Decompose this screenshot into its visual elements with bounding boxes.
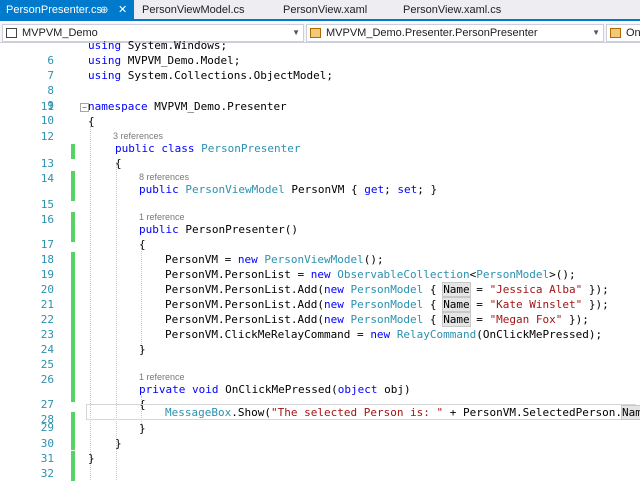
code-line: 13 public class PersonPresenter <box>0 141 640 186</box>
code-line: 25 } <box>0 342 640 387</box>
code-line: 33 <box>0 466 640 481</box>
code-line: 8 using System.Collections.ObjectModel; <box>0 68 640 97</box>
code-line: 6 using System.Windows; <box>0 38 640 67</box>
line-code: { <box>139 238 146 251</box>
code-line: 27 private void OnClickMePressed(object … <box>0 382 640 427</box>
tab-label: PersonPresenter.cs <box>6 4 102 16</box>
line-code: public PersonPresenter() <box>139 223 298 236</box>
line-code: PersonVM.PersonList.Add(new PersonModel … <box>165 282 609 297</box>
code-line: 7 using MVPVM_Demo.Model; <box>0 53 640 82</box>
method-icon <box>610 28 621 38</box>
line-code: public PersonViewModel PersonVM { get; s… <box>139 183 438 196</box>
line-code: PersonVM.PersonList.Add(new PersonModel … <box>165 312 589 327</box>
line-code: } <box>88 452 95 465</box>
line-code: using System.Windows; <box>88 39 228 52</box>
code-line: 24 PersonVM.ClickMeRelayCommand = new Re… <box>0 327 640 372</box>
line-code: } <box>139 422 146 435</box>
line-code: public class PersonPresenter <box>115 142 301 155</box>
code-line: 14 { <box>0 156 640 201</box>
tab-personviewmodel-cs[interactable]: PersonViewModel.cs <box>136 1 245 20</box>
document-tab-strip: PersonPresenter.cs ⊕ ✕ PersonViewModel.c… <box>0 0 640 21</box>
line-code: PersonVM.PersonList.Add(new PersonModel … <box>165 297 609 312</box>
line-code: { <box>115 157 122 170</box>
code-line: 19 PersonVM = new PersonViewModel(); <box>0 252 640 297</box>
tab-personview-xaml[interactable]: PersonView.xaml <box>277 1 367 20</box>
line-code: { <box>88 115 95 128</box>
line-code: using System.Collections.ObjectModel; <box>88 69 334 82</box>
collapse-toggle-icon[interactable]: − <box>80 103 89 112</box>
code-line: 21 PersonVM.PersonList.Add(new PersonMod… <box>0 282 640 327</box>
line-code: PersonVM.ClickMeRelayCommand = new Relay… <box>165 328 603 341</box>
code-line: 12 { <box>0 114 640 159</box>
code-line: 16 <box>0 197 640 242</box>
line-code: MessageBox.Show("The selected Person is:… <box>88 405 640 420</box>
code-line: namespace MVPVM_Demo.Presenter <box>0 99 640 114</box>
line-code: namespace MVPVM_Demo.Presenter <box>88 100 287 113</box>
code-line: 20 PersonVM.PersonList = new ObservableC… <box>0 267 640 312</box>
code-line: 18 { <box>0 237 640 282</box>
code-line-current: 29 MessageBox.Show("The selected Person … <box>0 405 640 450</box>
close-icon[interactable]: ✕ <box>118 0 127 21</box>
pin-icon[interactable]: ⊕ <box>100 0 108 21</box>
csharp-project-icon <box>6 28 17 38</box>
line-code: } <box>139 343 146 356</box>
line-code: PersonVM = new PersonViewModel(); <box>165 253 384 266</box>
code-line: 30 } <box>0 421 640 466</box>
code-line: 9 <box>0 83 640 112</box>
class-icon <box>310 28 321 38</box>
tab-personview-xaml-cs[interactable]: PersonView.xaml.cs <box>397 1 501 20</box>
line-code: using MVPVM_Demo.Model; <box>88 54 241 67</box>
tab-label: PersonViewModel.cs <box>142 4 245 16</box>
code-line: 22 PersonVM.PersonList.Add(new PersonMod… <box>0 297 640 342</box>
tab-label: PersonView.xaml.cs <box>403 4 502 16</box>
code-line: 32 } <box>0 451 640 480</box>
code-line: 26 <box>0 357 640 402</box>
code-line: 23 PersonVM.PersonList.Add(new PersonMod… <box>0 312 640 357</box>
line-code: } <box>115 437 122 450</box>
line-code: PersonVM.PersonList = new ObservableColl… <box>165 268 576 281</box>
tab-label: PersonView.xaml <box>283 4 368 16</box>
line-code: private void OnClickMePressed(object obj… <box>139 383 411 396</box>
code-line: 31 } <box>0 436 640 481</box>
code-line: 15 public PersonViewModel PersonVM { get… <box>0 182 640 227</box>
code-line: 17 public PersonPresenter() <box>0 222 640 267</box>
code-editor[interactable]: 6 using System.Windows; 7 using MVPVM_De… <box>0 39 640 481</box>
tab-personpresenter-cs[interactable]: PersonPresenter.cs ⊕ ✕ <box>0 0 134 21</box>
